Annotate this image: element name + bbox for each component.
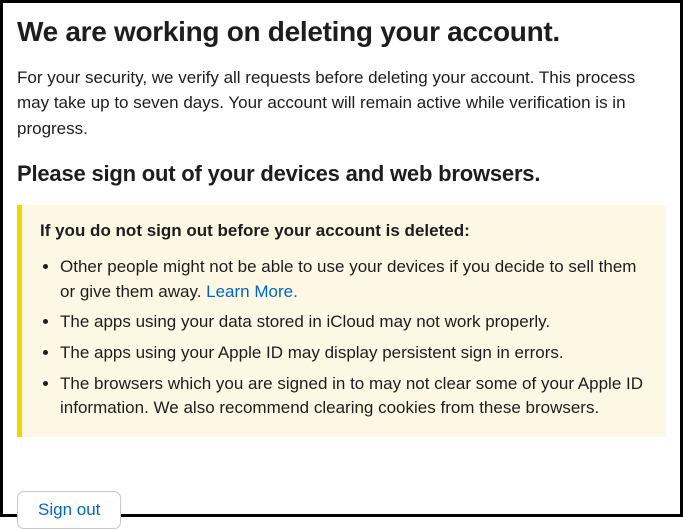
list-item-text: Other people might not be able to use yo… bbox=[60, 257, 636, 301]
list-item: Other people might not be able to use yo… bbox=[60, 255, 648, 304]
list-item-text: The browsers which you are signed in to … bbox=[60, 374, 643, 418]
list-item: The browsers which you are signed in to … bbox=[60, 372, 648, 421]
list-item-text: The apps using your data stored in iClou… bbox=[60, 312, 550, 331]
warning-box: If you do not sign out before your accou… bbox=[17, 205, 666, 437]
page-title: We are working on deleting your account. bbox=[17, 15, 666, 49]
warning-list: Other people might not be able to use yo… bbox=[40, 255, 648, 421]
signout-button[interactable]: Sign out bbox=[17, 491, 121, 529]
list-item: The apps using your data stored in iClou… bbox=[60, 310, 648, 335]
learn-more-link[interactable]: Learn More. bbox=[206, 282, 298, 301]
list-item-text: The apps using your Apple ID may display… bbox=[60, 343, 564, 362]
description-text: For your security, we verify all request… bbox=[17, 65, 666, 142]
warning-heading: If you do not sign out before your accou… bbox=[40, 221, 648, 241]
list-item: The apps using your Apple ID may display… bbox=[60, 341, 648, 366]
signout-subtitle: Please sign out of your devices and web … bbox=[17, 161, 666, 187]
